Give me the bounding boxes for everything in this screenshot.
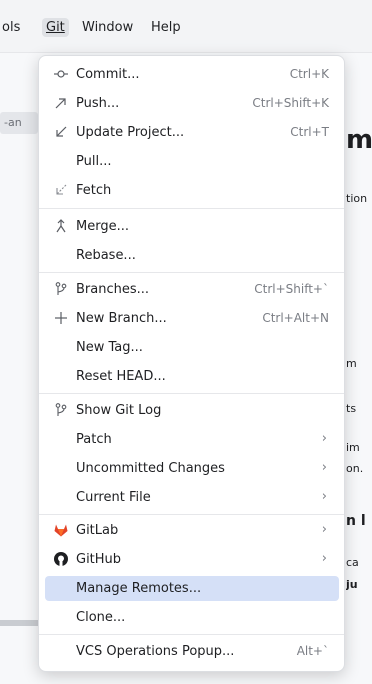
menu-item-new-tag[interactable]: New Tag... [45, 335, 339, 360]
chevron-right-icon: › [321, 489, 327, 504]
commit-icon [53, 66, 69, 82]
horizontal-scrollbar[interactable] [0, 620, 38, 626]
menu-git-label: Git [46, 20, 65, 35]
menu-item-manage-remotes[interactable]: Manage Remotes... [45, 576, 339, 601]
menu-item-update-project[interactable]: Update Project... Ctrl+T [45, 120, 339, 145]
merge-icon [53, 218, 69, 234]
menu-item-label: Show Git Log [76, 403, 162, 418]
menu-help[interactable]: Help [151, 20, 181, 35]
menu-item-label: Patch [76, 432, 112, 447]
menu-separator [39, 272, 344, 273]
menu-item-uncommitted-changes[interactable]: Uncommitted Changes › [45, 456, 339, 481]
menu-item-merge[interactable]: Merge... [45, 214, 339, 239]
menu-item-label: New Tag... [76, 340, 143, 355]
menu-item-label: Reset HEAD... [76, 369, 166, 384]
menu-item-fetch[interactable]: Fetch [45, 178, 339, 203]
menu-item-current-file[interactable]: Current File › [45, 485, 339, 510]
editor-tab[interactable]: -an [0, 112, 38, 134]
menu-tools[interactable]: ols [2, 20, 20, 35]
background-text: tion [346, 192, 368, 205]
background-text: ca [346, 556, 359, 569]
chevron-right-icon: › [321, 522, 327, 537]
github-icon [53, 551, 69, 567]
background-text: im [346, 441, 360, 454]
menu-item-patch[interactable]: Patch › [45, 427, 339, 452]
gitlab-icon [53, 522, 69, 538]
fetch-arrow-icon [53, 182, 69, 198]
menu-item-label: Pull... [76, 154, 112, 169]
menu-item-shortcut: Ctrl+K [289, 67, 329, 81]
background-heading: m [346, 125, 372, 155]
menu-item-shortcut: Alt+` [296, 644, 329, 658]
background-text: n l [346, 513, 366, 529]
update-arrow-icon [53, 124, 69, 140]
menu-item-label: VCS Operations Popup... [76, 644, 235, 659]
menu-item-label: Clone... [76, 610, 126, 625]
menu-window[interactable]: Window [82, 20, 133, 35]
menu-item-show-git-log[interactable]: Show Git Log [45, 398, 339, 423]
menu-item-branches[interactable]: Branches... Ctrl+Shift+` [45, 277, 339, 302]
menu-item-label: Update Project... [76, 125, 185, 140]
menu-item-github[interactable]: GitHub › [45, 547, 339, 572]
menu-item-vcs-operations-popup[interactable]: VCS Operations Popup... Alt+` [45, 639, 339, 664]
git-log-icon [53, 402, 69, 418]
menu-git[interactable]: Git [42, 18, 69, 37]
menu-separator [39, 514, 344, 515]
menu-item-shortcut: Ctrl+T [290, 125, 329, 139]
menu-item-label: Rebase... [76, 248, 136, 263]
menu-item-push[interactable]: Push... Ctrl+Shift+K [45, 91, 339, 116]
menu-bar: ols Git Window Help [0, 0, 372, 53]
plus-icon [53, 310, 69, 326]
menu-item-label: GitLab [76, 523, 119, 538]
background-text: ts [346, 402, 357, 415]
push-arrow-icon [53, 95, 69, 111]
menu-item-label: New Branch... [76, 311, 167, 326]
menu-item-pull[interactable]: Pull... [45, 149, 339, 174]
menu-item-label: Commit... [76, 67, 140, 82]
branch-icon [53, 281, 69, 297]
menu-item-new-branch[interactable]: New Branch... Ctrl+Alt+N [45, 306, 339, 331]
chevron-right-icon: › [321, 431, 327, 446]
menu-separator [39, 393, 344, 394]
menu-item-commit[interactable]: Commit... Ctrl+K [45, 62, 339, 87]
menu-item-shortcut: Ctrl+Shift+K [252, 96, 329, 110]
chevron-right-icon: › [321, 460, 327, 475]
menu-item-clone[interactable]: Clone... [45, 605, 339, 630]
background-text: ju [346, 578, 358, 591]
menu-item-label: GitHub [76, 552, 122, 567]
menu-item-label: Branches... [76, 282, 150, 297]
menu-item-shortcut: Ctrl+Shift+` [254, 282, 329, 296]
menu-item-reset-head[interactable]: Reset HEAD... [45, 364, 339, 389]
git-menu-popup: Commit... Ctrl+K Push... Ctrl+Shift+K Up… [38, 55, 345, 672]
menu-item-label: Fetch [76, 183, 112, 198]
menu-item-shortcut: Ctrl+Alt+N [262, 311, 329, 325]
menu-item-gitlab[interactable]: GitLab › [45, 518, 339, 543]
menu-item-label: Uncommitted Changes [76, 461, 225, 476]
menu-item-label: Merge... [76, 219, 129, 234]
background-text: on. [346, 462, 364, 475]
menu-item-rebase[interactable]: Rebase... [45, 243, 339, 268]
menu-item-label: Push... [76, 96, 120, 111]
background-text: m [346, 357, 357, 370]
menu-item-label: Manage Remotes... [76, 581, 202, 596]
menu-separator [39, 208, 344, 209]
menu-separator [39, 634, 344, 635]
chevron-right-icon: › [321, 551, 327, 566]
menu-item-label: Current File [76, 490, 151, 505]
